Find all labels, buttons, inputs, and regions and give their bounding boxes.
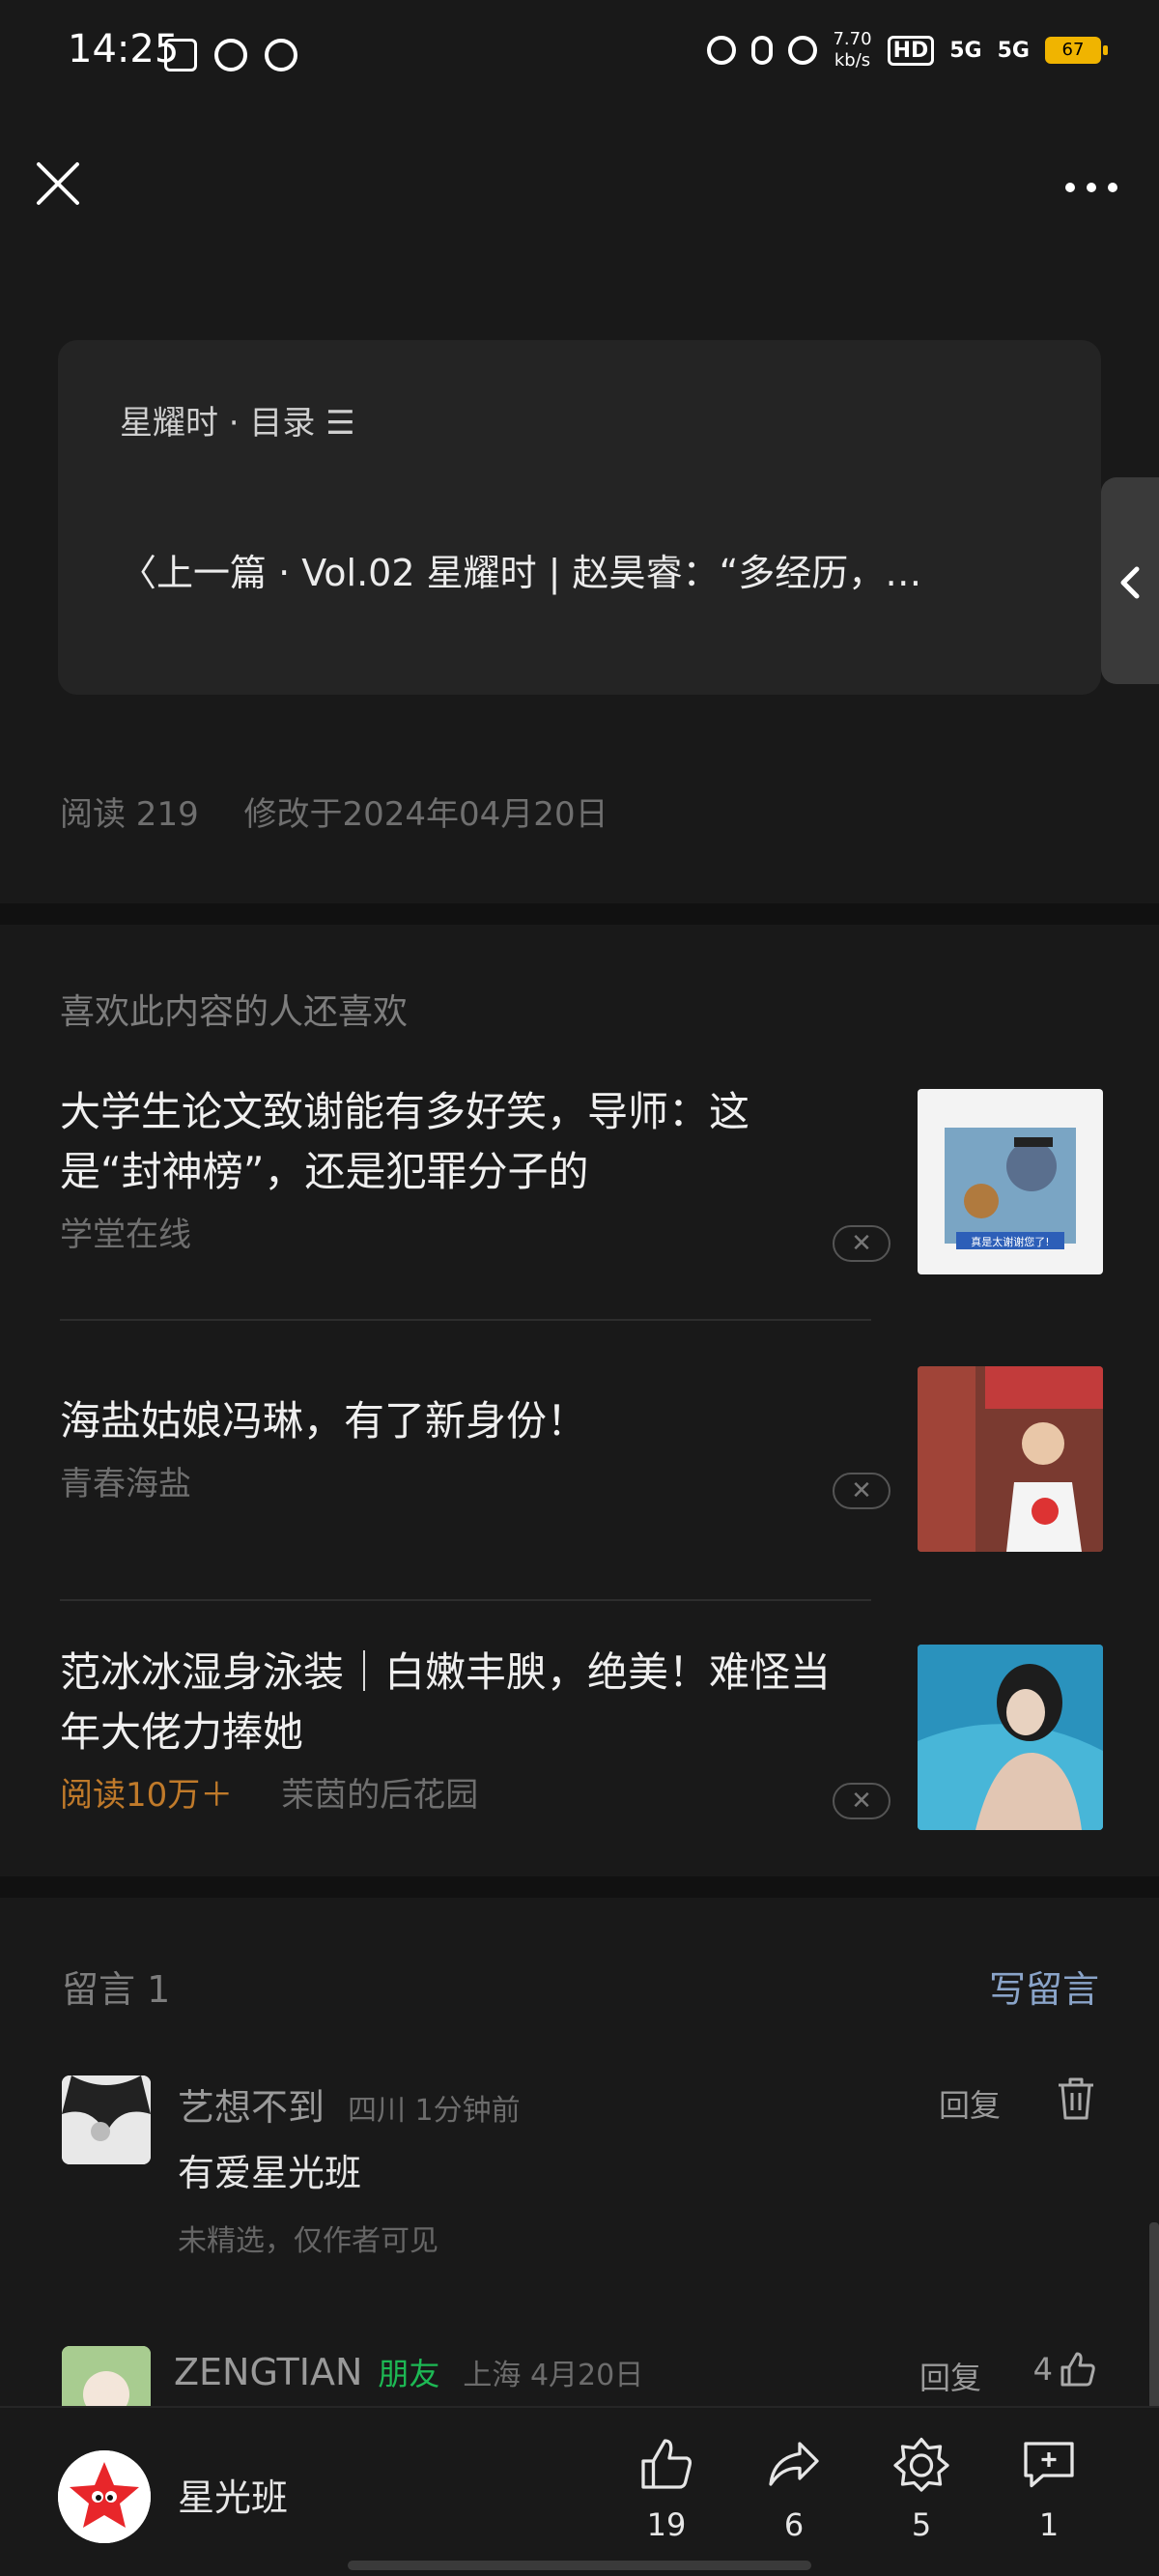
comment-author[interactable]: 艺想不到 (178, 2086, 325, 2129)
signal-sim2: 5G (997, 38, 1030, 63)
swimsuit-image (918, 1645, 1103, 1830)
article-meta: 阅读 219 修改于2024年04月20日 (60, 787, 608, 835)
comment-author[interactable]: ZENGTIAN (174, 2351, 362, 2393)
more-button[interactable] (1062, 162, 1120, 205)
chevron-left-icon (1120, 566, 1140, 599)
alarm-icon (707, 36, 737, 65)
signal-sim1: 5G (949, 38, 982, 63)
write-comment-link[interactable]: 写留言 (989, 1960, 1099, 2013)
catalog-link[interactable]: 星耀时 · 目录 ☰ (120, 396, 355, 444)
comment-button[interactable]: 1 (991, 2435, 1107, 2543)
wow-count: 5 (911, 2506, 932, 2543)
net-speed: 7.70 kb/s (833, 29, 872, 71)
recommend-item[interactable]: 范冰冰湿身泳装｜白嫩丰腴，绝美！难怪当年大佬力捧她 阅读10万＋ 茉茵的后花园 ✕ (60, 1643, 1103, 1830)
thumbs-up-icon (641, 2439, 693, 2489)
like-comment-button[interactable]: 4 (1033, 2350, 1097, 2389)
status-time: 14:25 (68, 27, 180, 72)
recommend-title: 大学生论文致谢能有多好笑，导师：这是“封神榜”，还是犯罪分子的 (60, 1088, 750, 1195)
home-indicator[interactable] (348, 2561, 811, 2570)
recommend-heading: 喜欢此内容的人还喜欢 (60, 992, 409, 1032)
read-count: 阅读 219 (60, 795, 199, 834)
portrait-image (918, 1366, 1103, 1552)
recommend-item[interactable]: 海盐姑娘冯琳，有了新身份！ 青春海盐 ✕ (60, 1366, 1103, 1552)
wechat-icon (265, 39, 297, 72)
comment-item: ZENGTIAN 朋友 上海 4月20日 回复 4 (62, 2346, 1097, 2406)
recommend-thumbnail: 真是太谢谢您了! (918, 1089, 1103, 1274)
previous-article-link[interactable]: 〈上一篇 · Vol.02 星耀时 | 赵昊睿：“多经历，… (120, 543, 1076, 596)
item-divider (60, 1599, 871, 1601)
like-count: 19 (646, 2506, 687, 2543)
like-button[interactable]: 19 (608, 2435, 724, 2543)
svg-text:真是太谢谢您了!: 真是太谢谢您了! (971, 1235, 1049, 1248)
comment-add-icon (1024, 2442, 1074, 2488)
comment-location-time: 上海 4月20日 (463, 2359, 644, 2392)
item-divider (60, 1319, 871, 1321)
comment-like-count: 4 (1032, 2351, 1053, 2388)
bottom-bar (0, 2406, 1159, 2576)
share-button[interactable]: 6 (736, 2435, 852, 2543)
dismiss-button[interactable]: ✕ (833, 1783, 890, 1819)
share-icon (769, 2442, 819, 2486)
cartoon-image: 真是太谢谢您了! (945, 1128, 1076, 1249)
mic-icon (751, 36, 774, 65)
recommend-item[interactable]: 大学生论文致谢能有多好笑，导师：这是“封神榜”，还是犯罪分子的 学堂在线 ✕ 真… (60, 1082, 1103, 1274)
thumbs-up-icon (1060, 2352, 1095, 2387)
modified-date: 修改于2024年04月20日 (243, 795, 608, 834)
close-button[interactable] (29, 155, 87, 213)
share-count: 6 (783, 2506, 805, 2543)
sparkle-icon (893, 2437, 949, 2492)
tiktok-icon (164, 39, 197, 72)
comments-heading: 留言 1 (62, 1968, 171, 2011)
recommend-thumbnail (918, 1645, 1103, 1830)
author-name[interactable]: 星光班 (178, 2468, 288, 2521)
avatar-image (62, 2075, 151, 2164)
more-icon (1065, 183, 1117, 192)
recommend-title: 范冰冰湿身泳装｜白嫩丰腴，绝美！难怪当年大佬力捧她 (60, 1648, 832, 1756)
delete-button[interactable] (1055, 2075, 1097, 2126)
wow-button[interactable]: 5 (863, 2435, 979, 2543)
friend-tag: 朋友 (378, 2356, 440, 2392)
avatar[interactable] (62, 2075, 151, 2164)
reply-button[interactable]: 回复 (919, 2354, 981, 2398)
trash-icon (1059, 2077, 1093, 2120)
comment-text: 有爱星光班 (178, 2152, 362, 2194)
comment-item: 艺想不到 四川 1分钟前 有爱星光班 未精选，仅作者可见 回复 (62, 2075, 1097, 2269)
reply-button[interactable]: 回复 (939, 2081, 1001, 2126)
star-logo-icon (58, 2450, 151, 2543)
dismiss-button[interactable]: ✕ (833, 1473, 890, 1509)
recommend-thumbnail (918, 1366, 1103, 1552)
comment-count: 1 (1038, 2506, 1060, 2543)
weibo-icon (214, 39, 247, 72)
hd-label: HD (887, 35, 935, 66)
comment-note: 未精选，仅作者可见 (178, 2224, 438, 2258)
side-collapse-tab[interactable] (1101, 477, 1159, 684)
status-right: 7.70 kb/s HD 5G 5G 67 (707, 29, 1108, 72)
close-icon (37, 162, 79, 205)
dismiss-button[interactable]: ✕ (833, 1225, 890, 1262)
section-divider (0, 1876, 1159, 1898)
catalog-card: 星耀时 · 目录 ☰ 〈上一篇 · Vol.02 星耀时 | 赵昊睿：“多经历，… (58, 340, 1101, 695)
section-divider (0, 903, 1159, 925)
avatar[interactable] (62, 2346, 151, 2406)
recommend-title: 海盐姑娘冯琳，有了新身份！ (60, 1397, 588, 1445)
author-avatar[interactable] (58, 2450, 151, 2543)
mute-icon (788, 36, 818, 65)
comment-location-time: 四川 1分钟前 (348, 2094, 521, 2128)
hot-badge: 阅读10万＋ (60, 1776, 234, 1815)
avatar-image (62, 2346, 151, 2406)
notification-icons (164, 39, 297, 72)
battery-icon: 67 (1045, 37, 1108, 64)
